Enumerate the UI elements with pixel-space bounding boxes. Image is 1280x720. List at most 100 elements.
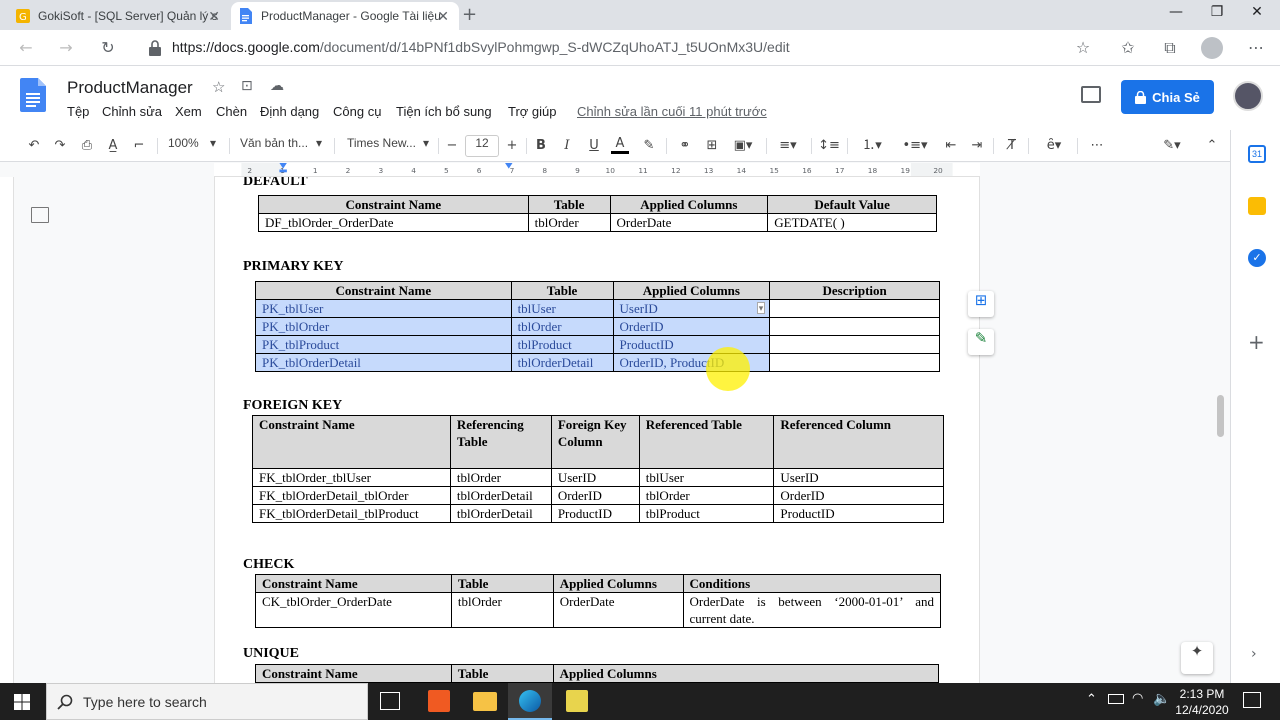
collections-icon[interactable]: ⧉ bbox=[1158, 36, 1182, 60]
add-comment-icon[interactable]: ⊞ bbox=[702, 136, 722, 156]
favorites-icon[interactable]: ✩ bbox=[1116, 36, 1140, 60]
undo-icon[interactable]: ↶ bbox=[24, 136, 44, 156]
explore-icon[interactable]: ✦ bbox=[1181, 642, 1213, 674]
foreign-key-table[interactable]: Constraint Name Referencing Table Foreig… bbox=[252, 415, 944, 523]
reload-icon[interactable]: ↻ bbox=[96, 36, 120, 60]
paint-format-icon[interactable]: ⌐ bbox=[129, 136, 149, 156]
back-icon[interactable]: ← bbox=[14, 36, 38, 60]
menu-tools[interactable]: Công cụ bbox=[333, 104, 381, 119]
python-app-icon[interactable] bbox=[566, 690, 588, 712]
bold-icon[interactable]: B bbox=[532, 136, 550, 156]
share-button[interactable]: Chia Sẻ bbox=[1121, 80, 1214, 114]
user-avatar[interactable] bbox=[1233, 81, 1263, 111]
menu-help[interactable]: Trợ giúp bbox=[508, 104, 557, 119]
cloud-status-icon[interactable]: ☁ bbox=[270, 78, 284, 94]
decrease-font-size-icon[interactable]: − bbox=[444, 136, 460, 156]
unique-constraints-table[interactable]: Constraint Name Table Applied Columns bbox=[255, 664, 940, 683]
wifi-icon[interactable]: ◠ bbox=[1132, 691, 1143, 706]
suggest-edit-icon[interactable]: ✎ bbox=[968, 329, 994, 355]
profile-avatar[interactable] bbox=[1201, 37, 1223, 59]
calendar-icon[interactable]: 31 bbox=[1248, 145, 1266, 163]
font-select[interactable]: Times New... ▾ bbox=[347, 136, 433, 156]
decrease-indent-icon[interactable]: ⇤ bbox=[941, 136, 961, 156]
taskbar-clock[interactable]: 2:13 PM 12/4/2020 bbox=[1174, 686, 1230, 718]
style-select[interactable]: Văn bản th... ▾ bbox=[240, 136, 326, 156]
menu-view[interactable]: Xem bbox=[175, 104, 202, 119]
italic-icon[interactable]: I bbox=[558, 136, 576, 156]
url-input[interactable]: https://docs.google.com/document/d/14bPN… bbox=[172, 39, 790, 55]
window-close-icon[interactable]: ✕ bbox=[1234, 4, 1280, 26]
tasks-icon[interactable]: ✓ bbox=[1248, 249, 1266, 267]
windows-start-icon[interactable] bbox=[14, 694, 30, 710]
forward-icon[interactable]: → bbox=[54, 36, 78, 60]
notifications-icon[interactable] bbox=[1243, 692, 1261, 708]
browser-menu-icon[interactable]: ⋯ bbox=[1244, 36, 1268, 60]
task-view-icon[interactable] bbox=[380, 692, 400, 710]
link-icon[interactable]: ⚭ bbox=[675, 136, 695, 156]
redo-icon[interactable]: ↷ bbox=[50, 136, 70, 156]
new-tab-icon[interactable]: + bbox=[462, 4, 477, 25]
editing-mode-icon[interactable]: ✎▾ bbox=[1155, 136, 1189, 156]
table-cell: FK_tblOrderDetail_tblProduct bbox=[252, 504, 451, 523]
vertical-scrollbar[interactable] bbox=[1217, 395, 1224, 437]
tab-gokisoft[interactable]: G GokiSoft - [SQL Server] Quản lý s ✕ bbox=[8, 2, 230, 30]
menu-format[interactable]: Định dạng bbox=[260, 104, 319, 119]
minimize-icon[interactable]: — bbox=[1153, 4, 1199, 26]
volume-icon[interactable]: 🔈 bbox=[1153, 691, 1170, 707]
table-row: PK_tblProduct tblProduct ProductID bbox=[255, 335, 940, 354]
search-icon bbox=[57, 694, 73, 710]
document-outline-icon[interactable] bbox=[31, 207, 49, 223]
bookmark-star-icon[interactable]: ☆ bbox=[1071, 36, 1095, 60]
align-icon[interactable]: ≡▾ bbox=[773, 136, 803, 156]
expand-panel-icon[interactable]: › bbox=[1251, 646, 1257, 662]
document-canvas[interactable]: DEFAULT Constraint Name Table Applied Co… bbox=[0, 177, 1230, 683]
file-explorer-icon[interactable] bbox=[473, 692, 497, 711]
menu-edit[interactable]: Chỉnh sửa bbox=[102, 104, 162, 119]
underline-icon[interactable]: U bbox=[585, 136, 603, 156]
font-size-input[interactable]: 12 bbox=[465, 135, 499, 157]
docs-logo-icon[interactable] bbox=[20, 78, 46, 112]
menu-addons[interactable]: Tiện ích bổ sung bbox=[396, 104, 492, 119]
numbered-list-icon[interactable]: ⒈▾ bbox=[855, 136, 889, 156]
star-icon[interactable]: ☆ bbox=[212, 78, 225, 96]
zoom-select[interactable]: 100% ▾ bbox=[168, 136, 222, 156]
insert-image-icon[interactable]: ▣▾ bbox=[728, 136, 758, 156]
tab-productmanager[interactable]: ProductManager - Google Tài liệu ✕ bbox=[231, 2, 459, 30]
battery-icon[interactable] bbox=[1108, 694, 1124, 704]
menu-insert[interactable]: Chèn bbox=[216, 104, 247, 119]
move-folder-icon[interactable]: ⊡ bbox=[241, 78, 253, 94]
increase-indent-icon[interactable]: ⇥ bbox=[967, 136, 987, 156]
header-cell: Table bbox=[450, 574, 554, 593]
cell-menu-chevron-icon[interactable]: ▾ bbox=[756, 302, 766, 314]
spellcheck-icon[interactable]: A̲ bbox=[103, 136, 123, 156]
sublime-text-icon[interactable] bbox=[428, 690, 450, 712]
bulleted-list-icon[interactable]: •≡▾ bbox=[898, 136, 932, 156]
collapse-icon[interactable]: ⌃ bbox=[1202, 136, 1222, 156]
check-constraints-table[interactable]: Constraint Name Table Applied Columns Co… bbox=[255, 574, 942, 628]
tab-close-icon[interactable]: ✕ bbox=[208, 8, 220, 25]
highlight-icon[interactable]: ✎ bbox=[640, 136, 658, 156]
taskbar-edge-active[interactable] bbox=[508, 683, 552, 720]
line-spacing-icon[interactable]: ↕≡ bbox=[818, 136, 840, 156]
tab-close-icon[interactable]: ✕ bbox=[437, 8, 449, 25]
last-edit-link[interactable]: Chỉnh sửa lần cuối 11 phút trước bbox=[577, 104, 767, 119]
section-heading-unique: UNIQUE bbox=[243, 646, 300, 661]
table-cell: OrderDate bbox=[609, 213, 769, 232]
keep-icon[interactable] bbox=[1248, 197, 1266, 215]
document-title[interactable]: ProductManager bbox=[67, 78, 193, 98]
comments-icon[interactable] bbox=[1081, 86, 1101, 103]
add-comment-float-icon[interactable]: ⊞ bbox=[968, 291, 994, 317]
input-tools-icon[interactable]: ȇ▾ bbox=[1037, 136, 1071, 156]
document-page[interactable]: DEFAULT Constraint Name Table Applied Co… bbox=[214, 177, 980, 683]
increase-font-size-icon[interactable]: + bbox=[504, 136, 520, 156]
menu-file[interactable]: Tệp bbox=[67, 104, 89, 119]
taskbar-search[interactable]: Type here to search bbox=[46, 683, 368, 720]
add-addon-icon[interactable]: + bbox=[1248, 330, 1265, 354]
more-icon[interactable]: ⋯ bbox=[1086, 136, 1108, 156]
text-color-icon[interactable]: A bbox=[611, 136, 629, 154]
primary-key-table[interactable]: Constraint Name Table Applied Columns De… bbox=[255, 281, 940, 372]
print-icon[interactable]: ⎙ bbox=[77, 136, 97, 156]
clear-formatting-icon[interactable]: T̸ bbox=[1002, 136, 1022, 156]
tray-chevron-up-icon[interactable]: ⌃ bbox=[1086, 692, 1097, 707]
default-constraints-table[interactable]: Constraint Name Table Applied Columns De… bbox=[258, 195, 937, 232]
